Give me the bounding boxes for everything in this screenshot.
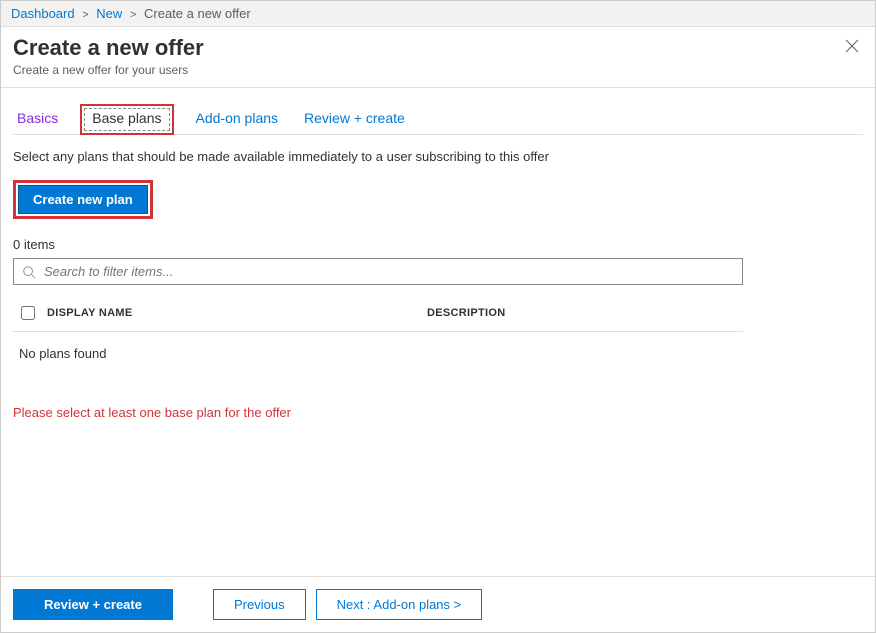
tab-basics[interactable]: Basics xyxy=(13,104,62,134)
search-box[interactable] xyxy=(13,258,743,285)
select-all-cell xyxy=(17,303,47,323)
validation-error: Please select at least one base plan for… xyxy=(13,405,863,420)
next-button[interactable]: Next : Add-on plans > xyxy=(316,589,483,620)
page-subtitle: Create a new offer for your users xyxy=(13,63,863,77)
tab-bar: Basics Base plans Add-on plans Review + … xyxy=(13,104,863,135)
content-area: Basics Base plans Add-on plans Review + … xyxy=(1,88,875,576)
breadcrumb: Dashboard > New > Create a new offer xyxy=(1,1,875,27)
tab-review-create[interactable]: Review + create xyxy=(300,104,409,134)
footer-bar: Review + create Previous Next : Add-on p… xyxy=(1,576,875,632)
tab-addon-plans[interactable]: Add-on plans xyxy=(192,104,283,134)
close-icon xyxy=(845,39,859,53)
select-all-checkbox[interactable] xyxy=(21,306,35,320)
page-title: Create a new offer xyxy=(13,35,863,61)
search-input[interactable] xyxy=(42,263,734,280)
review-create-button[interactable]: Review + create xyxy=(13,589,173,620)
previous-button[interactable]: Previous xyxy=(213,589,306,620)
create-new-plan-button[interactable]: Create new plan xyxy=(18,185,148,214)
items-count: 0 items xyxy=(13,237,863,252)
chevron-right-icon: > xyxy=(130,9,136,21)
breadcrumb-dashboard[interactable]: Dashboard xyxy=(11,6,75,21)
breadcrumb-current: Create a new offer xyxy=(144,6,251,21)
search-icon xyxy=(22,265,36,279)
close-button[interactable] xyxy=(845,39,863,57)
breadcrumb-new[interactable]: New xyxy=(96,6,122,21)
chevron-right-icon: > xyxy=(82,9,88,21)
page-header: Create a new offer Create a new offer fo… xyxy=(1,27,875,88)
tab-base-plans[interactable]: Base plans xyxy=(80,104,173,135)
create-plan-highlight: Create new plan xyxy=(13,180,153,219)
empty-state: No plans found xyxy=(13,332,863,375)
instruction-text: Select any plans that should be made ava… xyxy=(13,149,863,164)
column-display-name[interactable]: DISPLAY NAME xyxy=(47,307,427,319)
table-header: DISPLAY NAME DESCRIPTION xyxy=(13,295,743,332)
column-description[interactable]: DESCRIPTION xyxy=(427,307,739,319)
nav-button-group: Previous Next : Add-on plans > xyxy=(213,589,482,620)
